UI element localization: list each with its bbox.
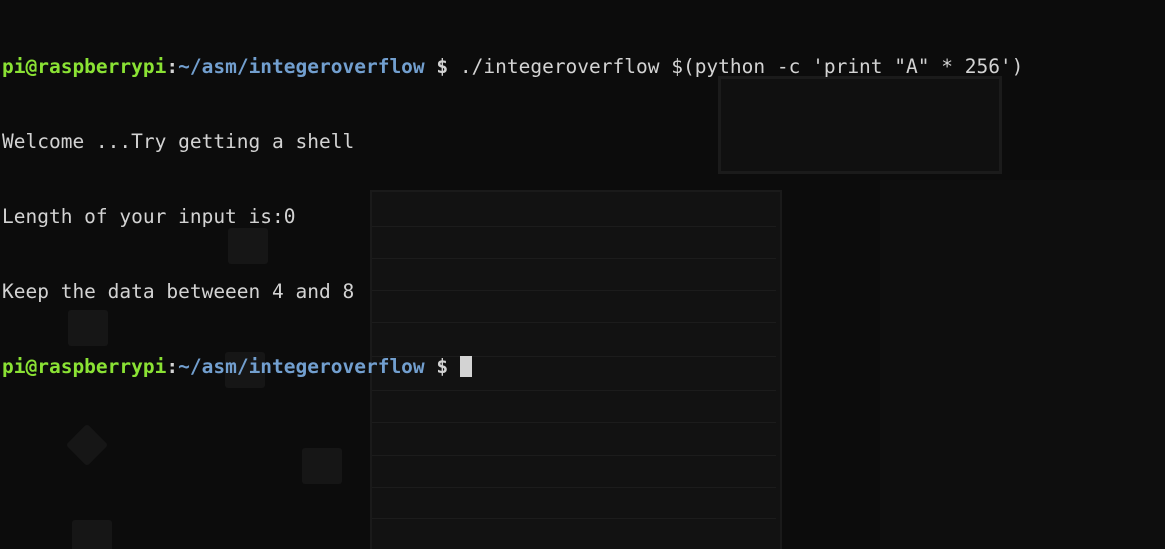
background-table-row	[372, 518, 776, 549]
background-table-row	[372, 487, 776, 518]
output-line: Length of your input is:0	[2, 205, 296, 228]
folder-icon	[302, 448, 342, 484]
command-line: pi@raspberrypi:~/asm/integeroverflow $ .…	[2, 54, 1023, 79]
prompt-path: ~/asm/integeroverflow	[178, 55, 425, 78]
prompt-separator: :	[166, 355, 179, 378]
prompt-user-host: pi@raspberrypi	[2, 55, 167, 78]
current-prompt-line[interactable]: pi@raspberrypi:~/asm/integeroverflow $	[2, 354, 1023, 379]
prompt-separator: :	[166, 55, 179, 78]
app-icon	[65, 423, 109, 467]
output-line: Keep the data betweeen 4 and 8	[2, 280, 355, 303]
prompt-symbol: $	[424, 55, 449, 78]
folder-icon	[72, 520, 112, 549]
prompt-symbol: $	[424, 355, 449, 378]
prompt-path: ~/asm/integeroverflow	[178, 355, 425, 378]
output-line: Welcome ...Try getting a shell	[2, 130, 355, 153]
command-text: ./integeroverflow $(python -c 'print "A"…	[448, 55, 1024, 78]
prompt-user-host: pi@raspberrypi	[2, 355, 167, 378]
background-table-row	[372, 455, 776, 486]
text-cursor[interactable]	[459, 356, 472, 377]
terminal-window[interactable]: pi@raspberrypi:~/asm/integeroverflow $ .…	[0, 0, 1165, 549]
terminal-output: pi@raspberrypi:~/asm/integeroverflow $ .…	[2, 4, 1023, 429]
